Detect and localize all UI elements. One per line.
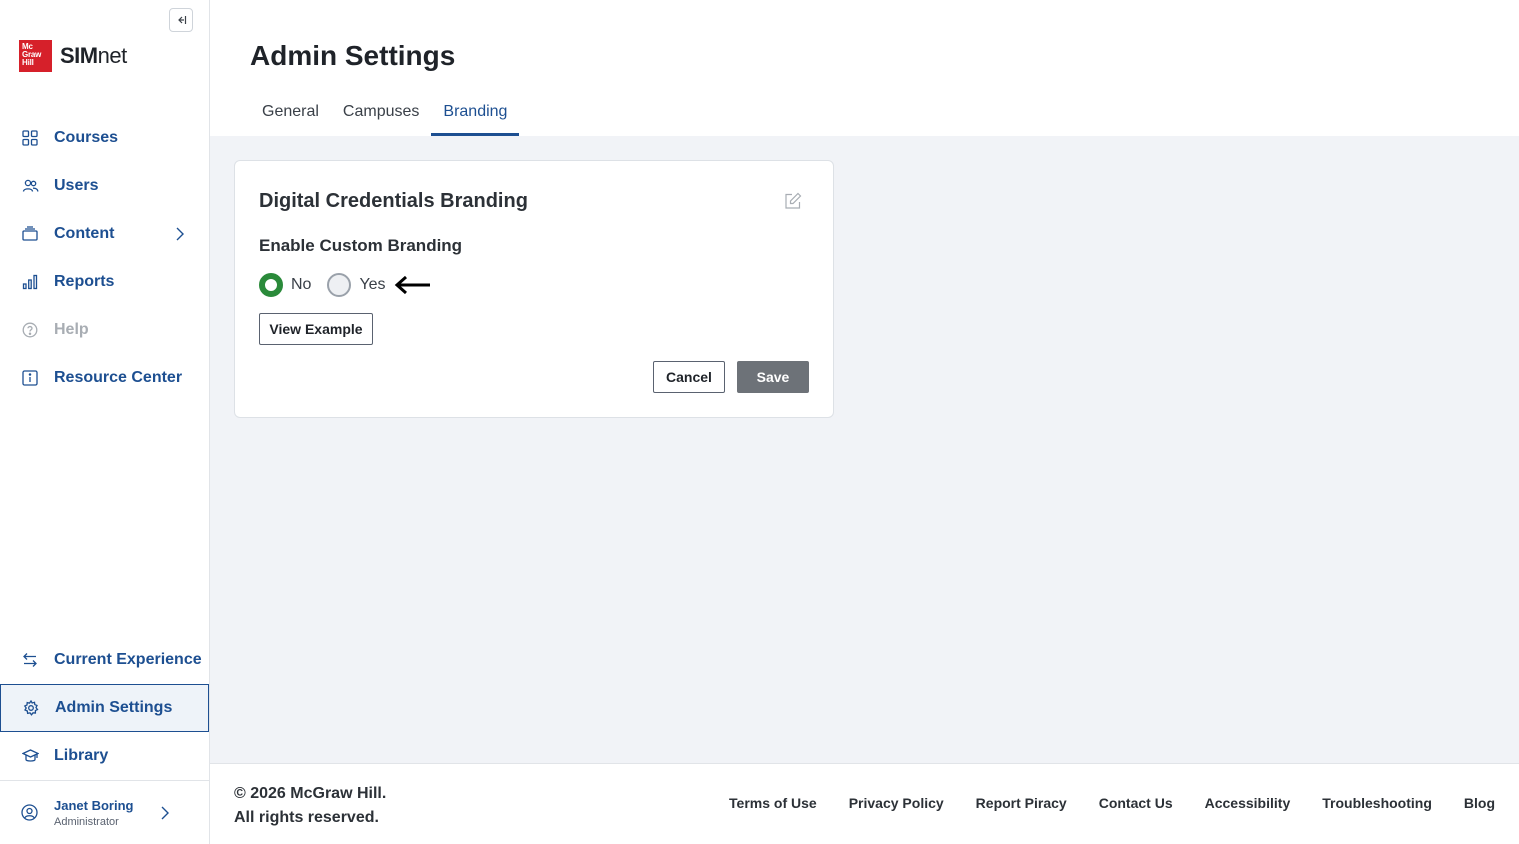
branding-radio-group: No Yes [259,273,432,297]
sidebar: Mc Graw Hill SIMnet Courses Users Conten… [0,0,210,844]
sidebar-item-current-experience[interactable]: Current Experience [0,636,209,684]
swap-arrows-icon [21,651,39,669]
footer-link-privacy[interactable]: Privacy Policy [849,795,944,811]
content-stack-icon [21,225,39,243]
radio-no[interactable] [259,273,283,297]
sidebar-item-label: Help [54,321,89,338]
sidebar-item-label: Admin Settings [55,699,173,716]
cancel-button[interactable]: Cancel [653,361,725,393]
users-icon [21,177,39,195]
chevron-right-icon [161,806,169,820]
tab-bar: General Campuses Branding [250,92,520,136]
footer-link-troubleshooting[interactable]: Troubleshooting [1322,795,1432,811]
sidebar-item-label: Library [54,747,109,764]
collapse-left-icon [178,16,187,24]
radio-yes-label[interactable]: Yes [359,276,385,294]
sidebar-item-label: Courses [54,129,119,146]
bar-chart-icon [21,273,39,291]
product-name: SIMnet [60,43,127,69]
copyright-line-2: All rights reserved. [234,809,379,826]
footer-link-accessibility[interactable]: Accessibility [1205,795,1291,811]
radio-yes[interactable] [327,273,352,297]
user-role: Administrator [54,815,119,828]
radio-no-label[interactable]: No [291,276,311,294]
sidebar-item-courses[interactable]: Courses [0,114,209,162]
footer-link-blog[interactable]: Blog [1464,795,1495,811]
copyright-line-1: © 2026 McGraw Hill. [234,785,387,802]
footer-link-report-piracy[interactable]: Report Piracy [976,795,1067,811]
sidebar-item-help[interactable]: Help [0,306,209,354]
main-content: Digital Credentials Branding Enable Cust… [210,136,1519,763]
grid-icon [21,129,39,147]
mcgraw-hill-logo: Mc Graw Hill [19,40,52,72]
branding-card: Digital Credentials Branding Enable Cust… [234,160,834,418]
enable-branding-label: Enable Custom Branding [259,236,463,255]
collapse-sidebar-button[interactable] [169,8,193,32]
user-menu[interactable]: Janet Boring Administrator [0,780,209,844]
sidebar-item-users[interactable]: Users [0,162,209,210]
sidebar-item-reports[interactable]: Reports [0,258,209,306]
arrow-left-icon [394,275,430,295]
product-name-light: net [97,43,128,68]
sidebar-item-library[interactable]: Library [0,732,209,780]
page-title: Admin Settings [250,40,456,71]
info-icon [21,369,39,387]
card-title: Digital Credentials Branding [259,190,528,212]
save-button[interactable]: Save [737,361,809,393]
user-name: Janet Boring [54,797,134,813]
help-circle-icon [21,321,39,339]
sidebar-item-resource-center[interactable]: Resource Center [0,354,209,402]
sidebar-item-label: Resource Center [54,369,183,386]
user-avatar-icon [21,803,39,822]
gear-icon [22,699,40,717]
view-example-button[interactable]: View Example [259,313,373,345]
chevron-right-icon [176,227,184,241]
sidebar-item-label: Reports [54,273,115,290]
footer-links: Terms of Use Privacy Policy Report Pirac… [697,795,1495,811]
product-name-bold: SIM [60,43,98,68]
sidebar-item-label: Content [54,225,115,242]
sidebar-item-content[interactable]: Content [0,210,209,258]
graduation-cap-icon [21,747,39,765]
copyright: © 2026 McGraw Hill. All rights reserved. [234,782,386,830]
footer-link-terms[interactable]: Terms of Use [729,795,817,811]
tab-campuses[interactable]: Campuses [331,92,431,136]
sidebar-item-label: Current Experience [54,651,202,668]
sidebar-item-label: Users [54,177,99,194]
simnet-logo: Mc Graw Hill SIMnet [19,40,127,72]
edit-pencil-icon[interactable] [784,192,802,210]
sidebar-item-admin-settings[interactable]: Admin Settings [0,684,209,732]
tab-branding[interactable]: Branding [431,92,520,136]
logo-line-3: Hill [22,58,34,67]
tab-general[interactable]: General [250,92,331,136]
footer-link-contact[interactable]: Contact Us [1099,795,1173,811]
page-header: Admin Settings General Campuses Branding [210,0,1519,136]
footer: © 2026 McGraw Hill. All rights reserved.… [210,763,1519,844]
